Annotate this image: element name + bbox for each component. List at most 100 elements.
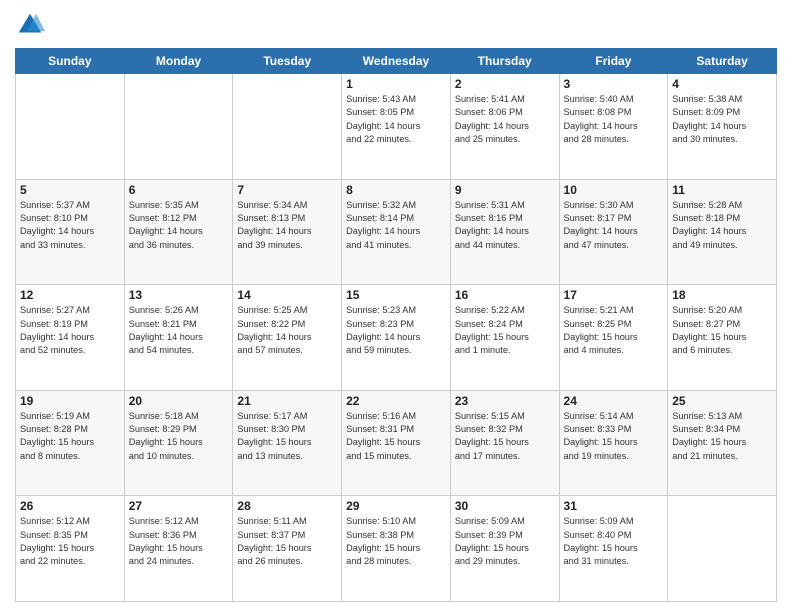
calendar-day-header: Monday xyxy=(124,49,233,74)
day-number: 3 xyxy=(564,77,664,91)
calendar-week-row: 19 Sunrise: 5:19 AM Sunset: 8:28 PM Dayli… xyxy=(16,390,777,496)
day-number: 24 xyxy=(564,394,664,408)
day-info: Sunrise: 5:11 AM Sunset: 8:37 PM Dayligh… xyxy=(237,515,337,568)
calendar-cell: 6 Sunrise: 5:35 AM Sunset: 8:12 PM Daylig… xyxy=(124,179,233,285)
logo-icon xyxy=(15,10,45,40)
calendar-cell: 30 Sunrise: 5:09 AM Sunset: 8:39 PM Dayli… xyxy=(450,496,559,602)
day-info: Sunrise: 5:10 AM Sunset: 8:38 PM Dayligh… xyxy=(346,515,446,568)
day-info: Sunrise: 5:14 AM Sunset: 8:33 PM Dayligh… xyxy=(564,410,664,463)
day-info: Sunrise: 5:25 AM Sunset: 8:22 PM Dayligh… xyxy=(237,304,337,357)
calendar-cell: 1 Sunrise: 5:43 AM Sunset: 8:05 PM Daylig… xyxy=(342,74,451,180)
calendar-cell: 23Sunrise: 5:15 AM Sunset: 8:32 PM Dayli… xyxy=(450,390,559,496)
day-info: Sunrise: 5:16 AM Sunset: 8:31 PM Dayligh… xyxy=(346,410,446,463)
calendar-week-row: 26 Sunrise: 5:12 AM Sunset: 8:35 PM Dayli… xyxy=(16,496,777,602)
calendar-cell: 3 Sunrise: 5:40 AM Sunset: 8:08 PM Daylig… xyxy=(559,74,668,180)
day-number: 20 xyxy=(129,394,229,408)
day-info: Sunrise: 5:27 AM Sunset: 8:19 PM Dayligh… xyxy=(20,304,120,357)
calendar-cell: 16 Sunrise: 5:22 AM Sunset: 8:24 PM Dayli… xyxy=(450,285,559,391)
day-info: Sunrise: 5:32 AM Sunset: 8:14 PM Dayligh… xyxy=(346,199,446,252)
calendar-week-row: 5 Sunrise: 5:37 AM Sunset: 8:10 PM Daylig… xyxy=(16,179,777,285)
calendar-cell: 26 Sunrise: 5:12 AM Sunset: 8:35 PM Dayli… xyxy=(16,496,125,602)
day-info: Sunrise: 5:37 AM Sunset: 8:10 PM Dayligh… xyxy=(20,199,120,252)
day-number: 10 xyxy=(564,183,664,197)
calendar-cell: 17 Sunrise: 5:21 AM Sunset: 8:25 PM Dayli… xyxy=(559,285,668,391)
day-info: Sunrise: 5:12 AM Sunset: 8:35 PM Dayligh… xyxy=(20,515,120,568)
calendar-cell: 18 Sunrise: 5:20 AM Sunset: 8:27 PM Dayli… xyxy=(668,285,777,391)
calendar-cell xyxy=(16,74,125,180)
header xyxy=(15,10,777,40)
day-number: 8 xyxy=(346,183,446,197)
calendar-cell: 8 Sunrise: 5:32 AM Sunset: 8:14 PM Daylig… xyxy=(342,179,451,285)
day-info: Sunrise: 5:38 AM Sunset: 8:09 PM Dayligh… xyxy=(672,93,772,146)
day-info: Sunrise: 5:34 AM Sunset: 8:13 PM Dayligh… xyxy=(237,199,337,252)
day-number: 21 xyxy=(237,394,337,408)
logo xyxy=(15,10,49,40)
calendar-cell: 15Sunrise: 5:23 AM Sunset: 8:23 PM Dayli… xyxy=(342,285,451,391)
calendar-day-header: Friday xyxy=(559,49,668,74)
calendar-cell: 9 Sunrise: 5:31 AM Sunset: 8:16 PM Daylig… xyxy=(450,179,559,285)
calendar-cell: 10Sunrise: 5:30 AM Sunset: 8:17 PM Dayli… xyxy=(559,179,668,285)
calendar-day-header: Thursday xyxy=(450,49,559,74)
day-info: Sunrise: 5:20 AM Sunset: 8:27 PM Dayligh… xyxy=(672,304,772,357)
day-info: Sunrise: 5:21 AM Sunset: 8:25 PM Dayligh… xyxy=(564,304,664,357)
day-number: 31 xyxy=(564,499,664,513)
day-number: 25 xyxy=(672,394,772,408)
day-number: 11 xyxy=(672,183,772,197)
calendar-cell xyxy=(124,74,233,180)
calendar-cell: 2Sunrise: 5:41 AM Sunset: 8:06 PM Daylig… xyxy=(450,74,559,180)
calendar-table: SundayMondayTuesdayWednesdayThursdayFrid… xyxy=(15,48,777,602)
calendar-cell: 22 Sunrise: 5:16 AM Sunset: 8:31 PM Dayli… xyxy=(342,390,451,496)
day-info: Sunrise: 5:40 AM Sunset: 8:08 PM Dayligh… xyxy=(564,93,664,146)
calendar-cell: 13Sunrise: 5:26 AM Sunset: 8:21 PM Dayli… xyxy=(124,285,233,391)
day-number: 7 xyxy=(237,183,337,197)
calendar-cell: 4 Sunrise: 5:38 AM Sunset: 8:09 PM Daylig… xyxy=(668,74,777,180)
calendar-cell: 5 Sunrise: 5:37 AM Sunset: 8:10 PM Daylig… xyxy=(16,179,125,285)
day-number: 15 xyxy=(346,288,446,302)
calendar-cell: 14 Sunrise: 5:25 AM Sunset: 8:22 PM Dayli… xyxy=(233,285,342,391)
calendar-cell xyxy=(668,496,777,602)
calendar-day-header: Tuesday xyxy=(233,49,342,74)
day-info: Sunrise: 5:13 AM Sunset: 8:34 PM Dayligh… xyxy=(672,410,772,463)
day-info: Sunrise: 5:18 AM Sunset: 8:29 PM Dayligh… xyxy=(129,410,229,463)
day-number: 2 xyxy=(455,77,555,91)
day-number: 18 xyxy=(672,288,772,302)
day-info: Sunrise: 5:09 AM Sunset: 8:40 PM Dayligh… xyxy=(564,515,664,568)
day-info: Sunrise: 5:31 AM Sunset: 8:16 PM Dayligh… xyxy=(455,199,555,252)
day-number: 9 xyxy=(455,183,555,197)
calendar-cell: 31 Sunrise: 5:09 AM Sunset: 8:40 PM Dayli… xyxy=(559,496,668,602)
day-number: 26 xyxy=(20,499,120,513)
calendar-cell: 11 Sunrise: 5:28 AM Sunset: 8:18 PM Dayli… xyxy=(668,179,777,285)
day-info: Sunrise: 5:09 AM Sunset: 8:39 PM Dayligh… xyxy=(455,515,555,568)
day-number: 13 xyxy=(129,288,229,302)
calendar-header-row: SundayMondayTuesdayWednesdayThursdayFrid… xyxy=(16,49,777,74)
day-number: 6 xyxy=(129,183,229,197)
day-number: 12 xyxy=(20,288,120,302)
calendar-cell: 20 Sunrise: 5:18 AM Sunset: 8:29 PM Dayli… xyxy=(124,390,233,496)
page: SundayMondayTuesdayWednesdayThursdayFrid… xyxy=(0,0,792,612)
day-info: Sunrise: 5:15 AM Sunset: 8:32 PM Dayligh… xyxy=(455,410,555,463)
day-number: 1 xyxy=(346,77,446,91)
day-info: Sunrise: 5:28 AM Sunset: 8:18 PM Dayligh… xyxy=(672,199,772,252)
day-number: 5 xyxy=(20,183,120,197)
day-info: Sunrise: 5:43 AM Sunset: 8:05 PM Dayligh… xyxy=(346,93,446,146)
calendar-cell xyxy=(233,74,342,180)
day-number: 29 xyxy=(346,499,446,513)
calendar-cell: 27Sunrise: 5:12 AM Sunset: 8:36 PM Dayli… xyxy=(124,496,233,602)
calendar-cell: 21Sunrise: 5:17 AM Sunset: 8:30 PM Dayli… xyxy=(233,390,342,496)
calendar-day-header: Sunday xyxy=(16,49,125,74)
calendar-cell: 24 Sunrise: 5:14 AM Sunset: 8:33 PM Dayli… xyxy=(559,390,668,496)
day-number: 16 xyxy=(455,288,555,302)
calendar-cell: 28Sunrise: 5:11 AM Sunset: 8:37 PM Dayli… xyxy=(233,496,342,602)
calendar-cell: 7 Sunrise: 5:34 AM Sunset: 8:13 PM Daylig… xyxy=(233,179,342,285)
day-info: Sunrise: 5:22 AM Sunset: 8:24 PM Dayligh… xyxy=(455,304,555,357)
day-number: 19 xyxy=(20,394,120,408)
day-info: Sunrise: 5:19 AM Sunset: 8:28 PM Dayligh… xyxy=(20,410,120,463)
day-number: 27 xyxy=(129,499,229,513)
day-number: 22 xyxy=(346,394,446,408)
day-number: 17 xyxy=(564,288,664,302)
day-number: 4 xyxy=(672,77,772,91)
day-number: 30 xyxy=(455,499,555,513)
day-number: 14 xyxy=(237,288,337,302)
day-info: Sunrise: 5:35 AM Sunset: 8:12 PM Dayligh… xyxy=(129,199,229,252)
calendar-day-header: Saturday xyxy=(668,49,777,74)
